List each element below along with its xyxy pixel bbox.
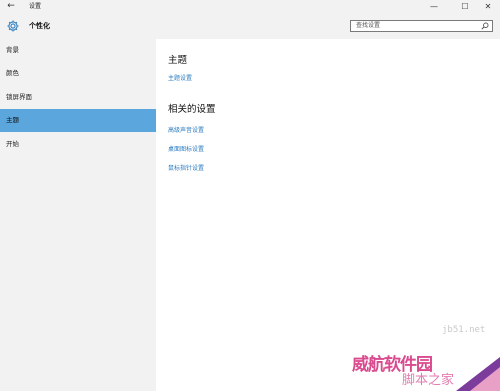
watermark-url: jb51.net: [442, 325, 486, 335]
search-input[interactable]: 查找设置: [350, 20, 493, 32]
settings-header: 个性化 查找设置: [0, 13, 500, 39]
sidebar-item-start[interactable]: 开始: [0, 133, 156, 156]
link-theme-settings[interactable]: 主题设置: [168, 73, 192, 82]
section-title-themes: 主题: [168, 55, 188, 66]
sidebar: 背景 颜色 锁屏界面 主题 开始: [0, 39, 156, 391]
title-bar: ← 设置 — ☐ ✕: [0, 0, 500, 13]
search-icon[interactable]: [481, 22, 489, 30]
sidebar-item-lock-screen[interactable]: 锁屏界面: [0, 86, 156, 109]
category-title: 个性化: [29, 22, 50, 30]
search-placeholder: 查找设置: [356, 22, 381, 29]
section-title-related-settings: 相关的设置: [168, 104, 216, 115]
sidebar-item-colors[interactable]: 颜色: [0, 62, 156, 85]
minimize-button[interactable]: —: [423, 0, 445, 13]
main-content: 主题 主题设置 相关的设置 高级声音设置 桌面图标设置 鼠标指针设置: [156, 39, 500, 391]
sidebar-item-themes[interactable]: 主题: [0, 109, 156, 132]
back-button[interactable]: ←: [4, 0, 18, 13]
link-mouse-pointer-settings[interactable]: 鼠标指针设置: [168, 163, 204, 172]
sidebar-item-background[interactable]: 背景: [0, 39, 156, 62]
link-advanced-sound-settings[interactable]: 高级声音设置: [168, 125, 204, 134]
watermark-sub: 脚本之家: [402, 373, 455, 388]
maximize-button[interactable]: ☐: [454, 0, 476, 13]
gear-icon: [7, 20, 19, 32]
window-title: 设置: [29, 3, 42, 10]
watermark-corner-graphic: [456, 357, 500, 391]
link-desktop-icon-settings[interactable]: 桌面图标设置: [168, 144, 204, 153]
close-button[interactable]: ✕: [477, 0, 499, 13]
